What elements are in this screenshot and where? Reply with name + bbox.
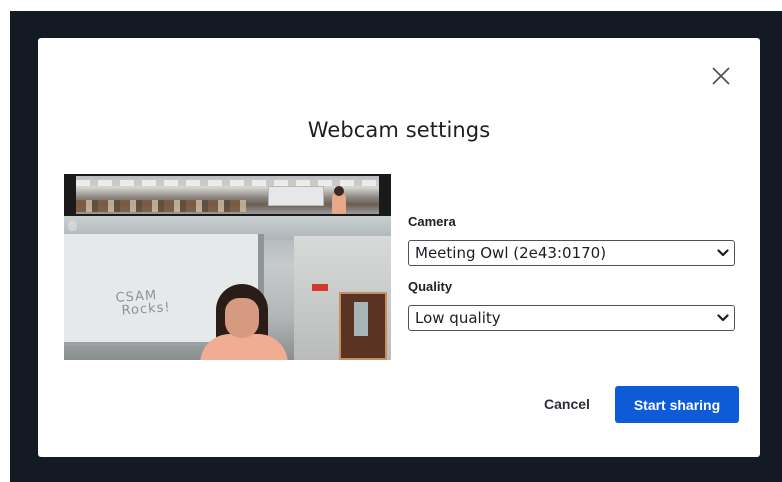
close-icon [712, 67, 730, 85]
camera-select[interactable]: Meeting Owl (2e43:0170) [408, 240, 735, 266]
speaker-view: CSAM Rocks! [64, 216, 391, 360]
camera-select-value: Meeting Owl (2e43:0170) [415, 244, 607, 262]
whiteboard-text: CSAM Rocks! [115, 288, 172, 319]
webcam-settings-dialog: Webcam settings CSAM Rocks! Camera Meeti… [38, 38, 760, 457]
owl-logo [68, 220, 77, 231]
quality-select-value: Low quality [415, 309, 501, 327]
cancel-button[interactable]: Cancel [530, 386, 604, 422]
close-button[interactable] [707, 62, 735, 90]
dialog-title: Webcam settings [307, 118, 491, 142]
panorama-strip [76, 176, 379, 214]
quality-select[interactable]: Low quality [408, 305, 735, 331]
camera-label: Camera [408, 214, 456, 229]
start-sharing-button[interactable]: Start sharing [615, 386, 739, 423]
chevron-down-icon [717, 314, 729, 322]
chevron-down-icon [717, 249, 729, 257]
presenter [196, 284, 292, 360]
quality-label: Quality [408, 279, 453, 294]
camera-preview: CSAM Rocks! [64, 174, 391, 360]
